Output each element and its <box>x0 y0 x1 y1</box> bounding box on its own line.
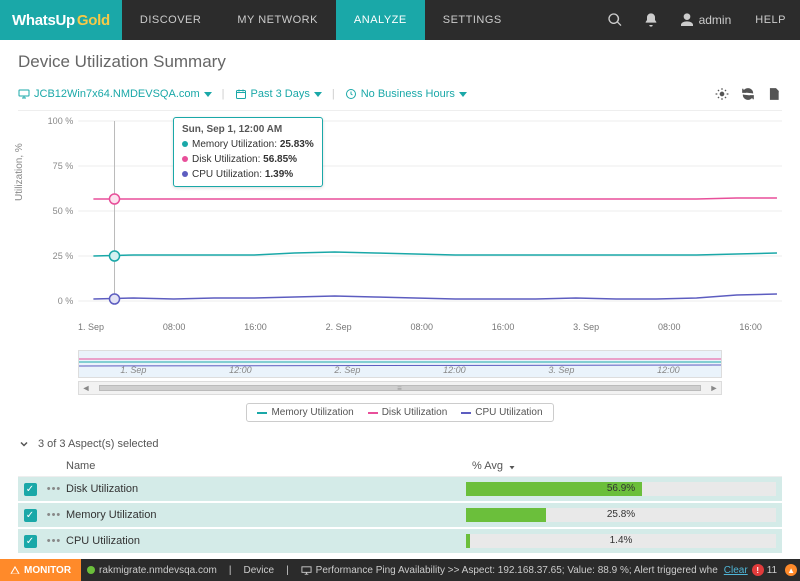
row-name: CPU Utilization <box>66 535 466 547</box>
range-picker[interactable]: Past 3 Days <box>235 88 322 100</box>
aspect-table-header: Name % Avg <box>18 456 782 477</box>
range-navigator[interactable]: 1. Sep 12:00 2. Sep 12:00 3. Sep 12:00 <box>78 350 722 378</box>
row-menu-icon[interactable]: ••• <box>42 535 66 547</box>
col-name[interactable]: Name <box>66 460 472 472</box>
logo[interactable]: WhatsUpGold <box>0 0 122 40</box>
status-host: rakmigrate.nmdevsqa.com <box>99 565 217 576</box>
row-menu-icon[interactable]: ••• <box>42 483 66 495</box>
row-name: Memory Utilization <box>66 509 466 521</box>
svg-text:0 %: 0 % <box>58 296 74 306</box>
x-axis-ticks: 1. Sep 08:00 16:00 2. Sep 08:00 16:00 3.… <box>78 322 762 332</box>
y-axis-label: Utilization, % <box>14 143 25 201</box>
chevron-down-icon <box>314 92 322 97</box>
status-bar: MONITOR rakmigrate.nmdevsqa.com | Device… <box>0 559 800 581</box>
scroll-right-icon[interactable]: ► <box>707 382 721 394</box>
status-perf: Performance Ping Availability >> Aspect:… <box>316 565 718 576</box>
monitor-icon <box>301 565 312 576</box>
user-name: admin <box>699 13 732 27</box>
chevron-down-icon[interactable] <box>18 438 30 450</box>
utilization-chart[interactable]: Utilization, % 0 % 25 % 50 % 75 % 100 % <box>18 110 782 350</box>
status-dot-icon <box>87 566 95 574</box>
col-avg[interactable]: % Avg <box>472 460 532 472</box>
table-row[interactable]: •••CPU Utilization1.4% <box>18 529 782 555</box>
aspect-summary-row[interactable]: 3 of 3 Aspect(s) selected <box>18 432 782 456</box>
clock-icon <box>345 88 357 100</box>
table-row[interactable]: •••Memory Utilization25.8% <box>18 503 782 529</box>
chevron-down-icon <box>204 92 212 97</box>
svg-text:75 %: 75 % <box>53 161 74 171</box>
chevron-down-icon <box>459 92 467 97</box>
refresh-icon[interactable] <box>740 86 756 102</box>
logo-gold: Gold <box>77 12 110 29</box>
warn-count[interactable]: ▲13 <box>781 564 800 576</box>
device-name: JCB12Win7x64.NMDEVSQA.com <box>34 88 200 100</box>
user-menu[interactable]: admin <box>669 12 742 28</box>
nav-settings[interactable]: SETTINGS <box>425 0 520 40</box>
table-row[interactable]: •••Disk Utilization56.9% <box>18 477 782 503</box>
status-device: Device <box>243 565 274 576</box>
row-menu-icon[interactable]: ••• <box>42 509 66 521</box>
row-bar: 56.9% <box>466 482 776 496</box>
hours-label: No Business Hours <box>361 88 455 100</box>
hours-picker[interactable]: No Business Hours <box>345 88 467 100</box>
export-icon[interactable] <box>766 86 782 102</box>
row-checkbox[interactable] <box>24 535 37 548</box>
row-bar: 1.4% <box>466 534 776 548</box>
row-checkbox[interactable] <box>24 483 37 496</box>
search-icon[interactable] <box>597 0 633 40</box>
scroll-left-icon[interactable]: ◄ <box>79 382 93 394</box>
logo-whatsup: WhatsUp <box>12 12 75 29</box>
error-count[interactable]: !11 <box>748 564 781 576</box>
svg-text:25 %: 25 % <box>53 251 74 261</box>
nav-discover[interactable]: DISCOVER <box>122 0 219 40</box>
bell-icon[interactable] <box>633 0 669 40</box>
user-icon <box>679 12 695 28</box>
nav-help[interactable]: HELP <box>741 0 800 40</box>
filter-bar: JCB12Win7x64.NMDEVSQA.com | Past 3 Days … <box>18 86 782 102</box>
monitor-icon <box>18 88 30 100</box>
calendar-icon <box>235 88 247 100</box>
clear-link[interactable]: Clear <box>724 565 748 576</box>
page-title: Device Utilization Summary <box>18 52 782 72</box>
row-bar: 25.8% <box>466 508 776 522</box>
settings-icon[interactable] <box>714 86 730 102</box>
svg-text:50 %: 50 % <box>53 206 74 216</box>
nav-analyze[interactable]: ANALYZE <box>336 0 425 40</box>
aspect-summary-text: 3 of 3 Aspect(s) selected <box>38 438 158 450</box>
chart-tooltip: Sun, Sep 1, 12:00 AM Memory Utilization:… <box>173 117 323 187</box>
sort-desc-icon <box>507 461 517 471</box>
svg-text:100 %: 100 % <box>48 116 74 126</box>
nav-my-network[interactable]: MY NETWORK <box>219 0 336 40</box>
monitor-button[interactable]: MONITOR <box>0 559 81 581</box>
range-label: Past 3 Days <box>251 88 310 100</box>
horizontal-scrollbar[interactable]: ◄ ≡ ► <box>78 381 722 395</box>
alert-icon <box>10 565 20 575</box>
scroll-thumb[interactable]: ≡ <box>99 385 701 391</box>
row-name: Disk Utilization <box>66 483 466 495</box>
row-checkbox[interactable] <box>24 509 37 522</box>
device-picker[interactable]: JCB12Win7x64.NMDEVSQA.com <box>18 88 212 100</box>
top-nav: WhatsUpGold DISCOVER MY NETWORK ANALYZE … <box>0 0 800 40</box>
chart-legend: Memory Utilization Disk Utilization CPU … <box>246 403 553 422</box>
